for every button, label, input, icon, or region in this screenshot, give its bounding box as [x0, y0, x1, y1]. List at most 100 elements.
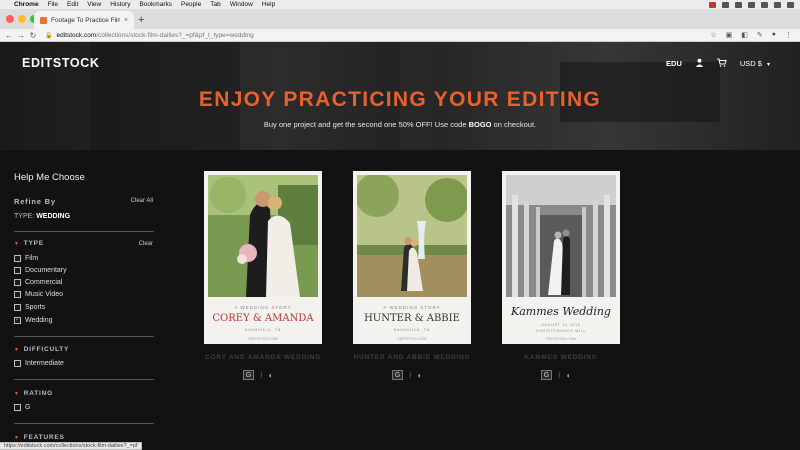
record-icon[interactable] — [709, 1, 716, 8]
cart-icon[interactable] — [716, 58, 727, 69]
browser-tab-active[interactable]: Footage To Practice Film Editing × — [34, 11, 134, 29]
card-couple-names: COREY & AMANDA — [212, 313, 314, 324]
browser-extensions: ☆ ▣ ◧ ✎ ● ⋮ — [710, 31, 800, 39]
hero-title: ENJOY PRACTICING YOUR EDITING — [198, 88, 602, 111]
minimize-window-icon[interactable] — [18, 15, 26, 23]
caret-down-icon: ▼ — [14, 390, 20, 397]
product-card-cory-amanda[interactable]: A WEDDING STORY COREY & AMANDA NASHVILLE… — [204, 171, 322, 344]
menu-edit[interactable]: Edit — [67, 1, 78, 8]
url-host: editstock.com — [56, 31, 97, 39]
checkbox-checked[interactable] — [14, 315, 21, 324]
menu-bookmarks[interactable]: Bookmarks — [139, 1, 172, 8]
menu-help[interactable]: Help — [262, 1, 275, 8]
filter-option-g[interactable]: G — [14, 404, 30, 411]
tab-title: Footage To Practice Film Editing — [51, 16, 120, 24]
forward-icon[interactable]: → — [15, 31, 27, 40]
option-label: Intermediate — [25, 360, 64, 367]
reload-icon[interactable]: ↻ — [27, 31, 39, 40]
active-filter: TYPE: WEDDING — [14, 213, 70, 220]
address-bar[interactable]: 🔒 editstock.com/collections/stock-film-d… — [45, 32, 710, 39]
nav-edu-link[interactable]: EDU — [666, 59, 682, 68]
menu-chrome[interactable]: Chrome — [14, 1, 39, 8]
checkbox[interactable] — [14, 291, 21, 298]
resolution-icon: ◐ — [417, 370, 423, 380]
caret-down-icon: ▼ — [14, 240, 20, 247]
extension-icon-2[interactable]: ◧ — [741, 31, 748, 39]
features-section-label: FEATURES — [23, 434, 65, 441]
back-icon[interactable]: ← — [3, 31, 15, 40]
option-label: Documentary — [25, 267, 67, 274]
product-title-link[interactable]: HUNTER AND ABBIE WEDDING — [337, 354, 487, 361]
more-menu-icon[interactable]: ⋮ — [785, 31, 792, 39]
filter-option-music-video[interactable]: Music Video — [14, 291, 63, 298]
browser-tabbar: Footage To Practice Film Editing × + — [0, 9, 800, 29]
menu-list-icon[interactable] — [787, 1, 794, 8]
site-logo[interactable]: EDITSTOCK — [22, 56, 99, 70]
card-couple-names: Kammes Wedding — [511, 305, 611, 318]
type-clear-link[interactable]: Clear — [139, 241, 153, 247]
promo-code: BOGO — [468, 120, 492, 129]
bookmark-star-icon[interactable]: ☆ — [710, 31, 716, 39]
product-title-link[interactable]: KAMMES WEDDING — [486, 354, 636, 361]
filter-option-intermediate[interactable]: Intermediate — [14, 360, 64, 367]
divider — [14, 336, 154, 337]
filter-option-film[interactable]: Film — [14, 255, 38, 262]
menu-tab[interactable]: Tab — [210, 1, 220, 8]
wedding-photo-image — [357, 175, 467, 297]
checkbox[interactable] — [14, 255, 21, 262]
promo-text: Buy one project and get the second one 5… — [263, 120, 469, 129]
info-icon: ⁝ — [260, 370, 263, 380]
clock-icon[interactable] — [735, 1, 742, 8]
rating-g-badge-icon: G — [243, 370, 254, 380]
type-section-toggle[interactable]: ▼ TYPE — [14, 240, 44, 247]
wifi-icon[interactable] — [748, 1, 755, 8]
rating-g-badge-icon: G — [541, 370, 552, 380]
product-badges: G ⁝ ◐ — [243, 370, 273, 380]
lock-icon[interactable]: 🔒 — [45, 32, 52, 39]
info-icon: ⁝ — [409, 370, 412, 380]
product-card-hunter-abbie[interactable]: A WEDDING STORY HUNTER & ABBIE NASHVILLE… — [353, 171, 471, 344]
resolution-icon: ◐ — [268, 370, 274, 380]
wedding-photo-image — [208, 175, 318, 297]
browser-toolbar: ← → ↻ 🔒 editstock.com/collections/stock-… — [0, 29, 800, 42]
product-title-link[interactable]: CORY AND AMANDA WEDDING — [188, 354, 338, 361]
profile-avatar-icon[interactable]: ● — [772, 31, 776, 39]
features-section-toggle[interactable]: ▼ FEATURES — [14, 434, 65, 441]
filter-option-sports[interactable]: Sports — [14, 304, 45, 311]
menu-people[interactable]: People — [181, 1, 201, 8]
filter-option-documentary[interactable]: Documentary — [14, 267, 67, 274]
rating-section-toggle[interactable]: ▼ RATING — [14, 390, 53, 397]
hero-promo: Buy one project and get the second one 5… — [0, 120, 800, 129]
card-couple-names: HUNTER & ABBIE — [364, 313, 460, 324]
checkbox[interactable] — [14, 404, 21, 411]
eyedropper-icon[interactable]: ✎ — [757, 31, 763, 39]
divider — [14, 379, 154, 380]
wedding-photo-image — [506, 175, 616, 297]
card-date: AUGUST 15 2015 — [541, 323, 581, 327]
checkbox[interactable] — [14, 360, 21, 367]
menu-view[interactable]: View — [87, 1, 101, 8]
card-url: EDITSTOCK.COM — [248, 337, 278, 341]
menu-window[interactable]: Window — [230, 1, 253, 8]
checkbox[interactable] — [14, 267, 21, 274]
new-tab-icon[interactable]: + — [138, 14, 144, 26]
app-icon[interactable] — [722, 1, 729, 8]
difficulty-section-toggle[interactable]: ▼ DIFFICULTY — [14, 346, 69, 353]
menu-file[interactable]: File — [48, 1, 58, 8]
currency-selector[interactable]: USD $ ▾ — [740, 59, 770, 68]
account-icon[interactable] — [695, 58, 704, 69]
battery-icon[interactable] — [761, 1, 768, 8]
close-window-icon[interactable] — [6, 15, 14, 23]
checkbox[interactable] — [14, 279, 21, 286]
search-icon[interactable] — [774, 1, 781, 8]
checkbox[interactable] — [14, 304, 21, 311]
menu-history[interactable]: History — [110, 1, 130, 8]
clear-all-link[interactable]: Clear All — [131, 198, 153, 204]
close-tab-icon[interactable]: × — [124, 17, 128, 24]
filter-option-wedding[interactable]: Wedding — [14, 315, 53, 324]
filter-option-commercial[interactable]: Commercial — [14, 279, 62, 286]
product-card-kammes[interactable]: Kammes Wedding AUGUST 15 2015 CHRISTCHUR… — [502, 171, 620, 344]
extension-icon[interactable]: ▣ — [726, 31, 733, 39]
card-location: NASHVILLE, TN — [393, 328, 431, 332]
card-story-text: A WEDDING STORY — [383, 305, 441, 310]
